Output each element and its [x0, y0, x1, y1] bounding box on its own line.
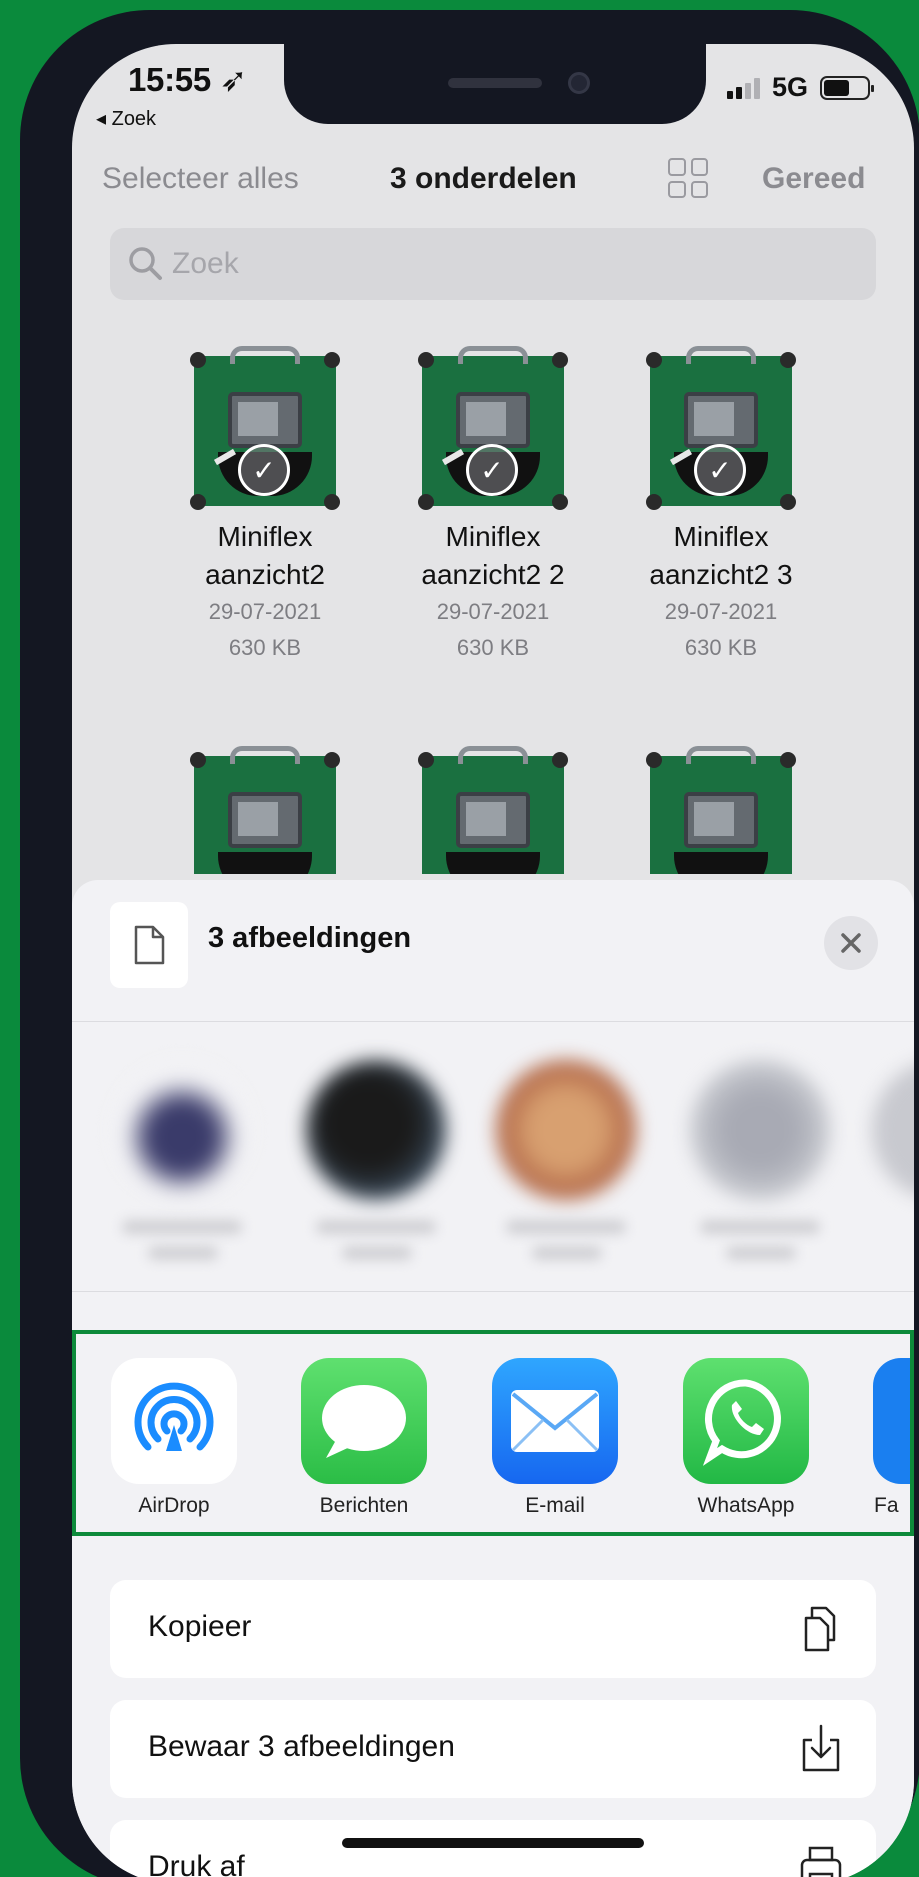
page: 15:55 ➶ ◂ Zoek 5G Selecteer alles 3 onde…: [0, 0, 919, 1877]
home-indicator[interactable]: [342, 1838, 644, 1848]
file-thumbnail: [646, 744, 796, 874]
network-label: 5G: [771, 72, 808, 102]
app-messages[interactable]: Berichten: [294, 1358, 434, 1518]
file-date: 29-07-2021: [208, 599, 322, 624]
close-button[interactable]: [824, 916, 878, 970]
app-airdrop[interactable]: AirDrop: [104, 1358, 244, 1518]
search-bar[interactable]: [110, 228, 876, 300]
file-item[interactable]: ✓ Miniflex aanzicht2 2 29-07-2021 630 KB: [378, 344, 608, 666]
file-name: aanzicht2: [205, 559, 325, 590]
search-input[interactable]: [172, 240, 772, 288]
copy-icon: [804, 1606, 836, 1652]
phone-screen: 15:55 ➶ ◂ Zoek 5G Selecteer alles 3 onde…: [72, 44, 914, 1877]
file-size: 630 KB: [684, 635, 758, 660]
speaker: [448, 78, 542, 88]
share-apps-row: AirDrop Berichten E-mail WhatsApp Fa: [72, 1330, 914, 1536]
whatsapp-icon: [683, 1358, 809, 1484]
save-images-action[interactable]: Bewaar 3 afbeeldingen: [110, 1700, 876, 1798]
phone-bezel: 15:55 ➶ ◂ Zoek 5G Selecteer alles 3 onde…: [20, 10, 919, 1877]
files-header: Selecteer alles 3 onderdelen Gereed: [72, 148, 914, 208]
file-size: 630 KB: [228, 635, 302, 660]
file-size: 630 KB: [456, 635, 530, 660]
file-thumbnail: [418, 744, 568, 874]
action-label: Bewaar 3 afbeeldingen: [148, 1730, 455, 1763]
action-label: Druk af: [148, 1850, 245, 1877]
messages-icon: [301, 1358, 427, 1484]
back-to-search-link[interactable]: ◂ Zoek: [96, 106, 156, 131]
close-icon: [841, 933, 861, 953]
file-item[interactable]: [378, 744, 608, 874]
share-actions-list: Kopieer Bewaar 3 afbeeldingen Druk af: [110, 1580, 876, 1877]
file-item[interactable]: [606, 744, 836, 874]
document-icon: [110, 902, 188, 988]
contact-suggestion[interactable]: [872, 1060, 914, 1200]
file-date: 29-07-2021: [436, 599, 550, 624]
status-indicators: 5G: [726, 72, 874, 103]
mail-icon: [492, 1358, 618, 1484]
checkmark-icon: ✓: [466, 444, 518, 496]
file-name: Miniflex: [445, 521, 541, 552]
status-time: 15:55 ➶: [128, 61, 248, 98]
app-partial[interactable]: Fa: [866, 1358, 910, 1518]
share-sheet-title: 3 afbeeldingen: [208, 922, 412, 954]
search-icon: [129, 247, 162, 280]
checkmark-icon: ✓: [694, 444, 746, 496]
grid-view-icon[interactable]: [668, 158, 708, 198]
checkmark-icon: ✓: [238, 444, 290, 496]
app-label: E-mail: [525, 1494, 585, 1517]
file-date: 29-07-2021: [664, 599, 778, 624]
suggested-contacts-row: [72, 1022, 914, 1292]
file-thumbnail: [190, 744, 340, 874]
file-item[interactable]: ✓ Miniflex aanzicht2 3 29-07-2021 630 KB: [606, 344, 836, 666]
done-button[interactable]: Gereed: [762, 162, 865, 196]
file-item[interactable]: [150, 744, 380, 874]
copy-action[interactable]: Kopieer: [110, 1580, 876, 1678]
airdrop-icon: [111, 1358, 237, 1484]
app-icon: [873, 1358, 910, 1484]
page-title: 3 onderdelen: [390, 162, 577, 195]
app-label: AirDrop: [138, 1494, 210, 1517]
file-name: aanzicht2 2: [421, 559, 565, 590]
print-action[interactable]: Druk af: [110, 1820, 876, 1877]
app-whatsapp[interactable]: WhatsApp: [676, 1358, 816, 1518]
select-all-button[interactable]: Selecteer alles: [102, 162, 299, 196]
share-sheet: 3 afbeeldingen AirDrop Berichten E-mail …: [72, 880, 914, 1877]
share-sheet-header: 3 afbeeldingen: [72, 880, 914, 1022]
file-thumbnail: ✓: [418, 344, 568, 510]
file-name: Miniflex: [217, 521, 313, 552]
file-thumbnail: ✓: [190, 344, 340, 510]
app-label: Fa: [874, 1494, 899, 1517]
notch: [284, 44, 706, 124]
battery-icon: [820, 75, 874, 100]
file-name: aanzicht2 3: [649, 559, 793, 590]
file-thumbnail: ✓: [646, 344, 796, 510]
app-mail[interactable]: E-mail: [485, 1358, 625, 1518]
print-icon: [800, 1846, 842, 1877]
file-item[interactable]: ✓ Miniflex aanzicht2 29-07-2021 630 KB: [150, 344, 380, 666]
app-label: WhatsApp: [697, 1494, 795, 1517]
app-label: Berichten: [319, 1494, 409, 1517]
save-icon: [802, 1724, 840, 1772]
action-label: Kopieer: [148, 1610, 252, 1643]
camera: [568, 72, 590, 94]
file-name: Miniflex: [673, 521, 769, 552]
signal-icon: [726, 77, 760, 99]
